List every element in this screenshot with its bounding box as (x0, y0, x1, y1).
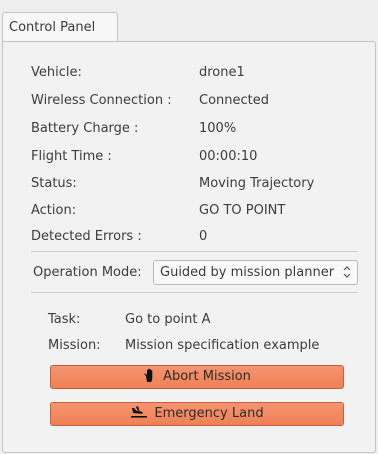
errors-value: 0 (199, 229, 208, 244)
wireless-value: Connected (199, 93, 270, 108)
landing-icon (131, 406, 148, 418)
battery-label: Battery Charge : (31, 121, 139, 136)
mission-label: Mission: (48, 338, 101, 353)
flight-time-value: 00:00:10 (199, 149, 258, 164)
tab-control-panel[interactable]: Control Panel (2, 12, 118, 42)
abort-mission-label: Abort Mission (163, 369, 251, 384)
emergency-land-button[interactable]: Emergency Land (50, 402, 344, 426)
mission-value: Mission specification example (125, 338, 320, 353)
operation-mode-select[interactable]: Guided by mission planner (153, 260, 358, 285)
abort-mission-button[interactable]: Abort Mission (50, 365, 344, 389)
up-down-arrows-icon (343, 266, 351, 278)
separator-top (31, 251, 358, 252)
mission-row: Mission: Mission specification example (48, 336, 319, 356)
status-value: Moving Trajectory (199, 176, 315, 191)
control-panel-window: Control Panel Vehicle: drone1 Wireless C… (0, 0, 378, 454)
action-label: Action: (31, 203, 77, 218)
task-row: Task: Go to point A (48, 310, 211, 330)
emergency-land-label: Emergency Land (154, 406, 264, 421)
errors-label: Detected Errors : (31, 229, 142, 244)
task-label: Task: (48, 312, 81, 327)
action-value: GO TO POINT (199, 203, 286, 218)
operation-mode-selected: Guided by mission planner (160, 265, 335, 280)
vehicle-label: Vehicle: (31, 65, 82, 80)
task-value: Go to point A (125, 312, 211, 327)
vehicle-value: drone1 (199, 65, 245, 80)
hand-stop-icon (144, 368, 153, 382)
operation-mode-label: Operation Mode: (33, 265, 142, 280)
tab-bar: Control Panel (0, 0, 378, 42)
separator-bottom (31, 292, 358, 293)
status-label: Status: (31, 176, 77, 191)
wireless-label: Wireless Connection : (31, 93, 172, 108)
battery-value: 100% (199, 121, 237, 136)
flight-time-label: Flight Time : (31, 149, 112, 164)
